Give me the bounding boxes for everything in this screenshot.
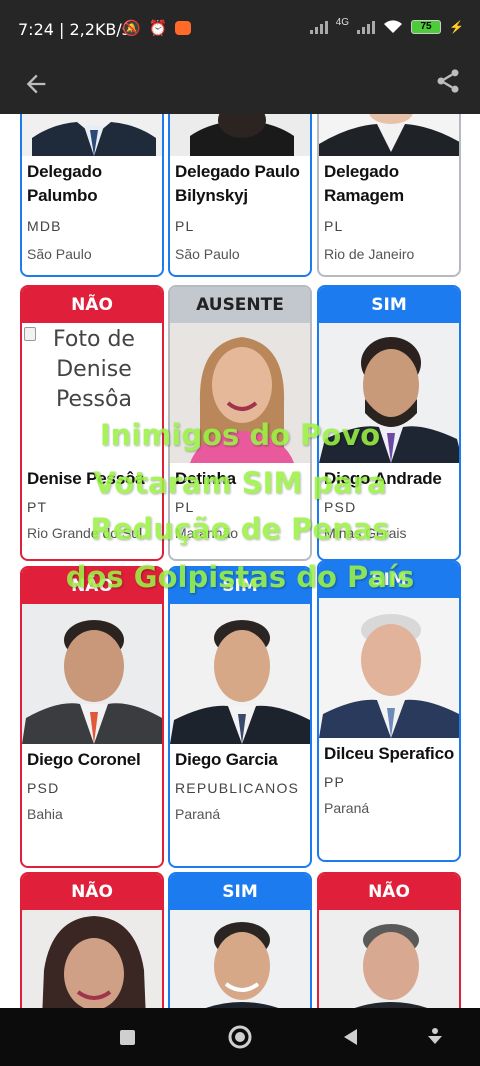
deputy-photo-image — [205, 922, 279, 1008]
vote-badge: NÃO — [319, 874, 459, 910]
status-notification-icons: 🔕 ⏰ — [122, 19, 192, 37]
deputy-card[interactable]: NÃO Diego Coronel PSD Bahia — [20, 566, 164, 868]
share-icon[interactable] — [434, 67, 462, 95]
recents-square-icon[interactable] — [112, 1022, 142, 1052]
deputy-card[interactable]: Delegado Ramagem PL Rio de Janeiro — [317, 114, 461, 277]
deputy-name: Diego Garcia — [175, 750, 278, 769]
deputy-photo — [22, 910, 162, 1008]
deputy-name: Detinha — [175, 469, 236, 488]
deputy-party: MDB — [27, 218, 62, 234]
deputy-state: Bahia — [27, 806, 63, 822]
deputy-card[interactable]: NÃO Foto de Denise Pessôa Denise Pessôa … — [20, 285, 164, 561]
deputy-party: PT — [27, 499, 48, 515]
app-notification-icon — [175, 21, 192, 35]
deputy-photo-image — [190, 114, 294, 156]
vote-badge: SIM — [170, 874, 310, 910]
deputy-photo-image — [190, 337, 294, 463]
deputy-party: REPUBLICANOS — [175, 780, 300, 796]
home-circle-icon[interactable] — [225, 1022, 255, 1052]
deputy-photo-image — [32, 122, 156, 156]
deputy-state: Paraná — [175, 806, 221, 822]
signal-icon — [309, 20, 328, 34]
deputy-photo-image — [319, 337, 459, 463]
deputy-name: Dilceu Sperafico — [324, 744, 455, 763]
deputy-name: Delegado Palumbo — [27, 162, 102, 205]
deputy-photo-image — [42, 916, 146, 1008]
deputy-name: Diego Andrade — [324, 469, 442, 488]
deputy-state: São Paulo — [175, 246, 240, 262]
deputy-card[interactable]: SIM — [168, 872, 312, 1008]
deputy-photo-image — [354, 924, 428, 1008]
deputy-photo — [22, 604, 162, 744]
system-nav-bar — [0, 1008, 480, 1066]
deputy-state: Minas Gerais — [324, 525, 407, 541]
deputy-photo-image — [170, 620, 310, 744]
deputy-photo — [170, 114, 310, 156]
network-type: 4G — [335, 16, 350, 28]
deputy-state: Paraná — [324, 800, 370, 816]
deputy-photo-image — [22, 620, 162, 744]
app-bar — [0, 58, 480, 114]
deputy-party: PL — [175, 499, 195, 515]
deputies-grid[interactable]: Delegado Palumbo MDB São Paulo Delegado … — [0, 114, 480, 1008]
vote-badge: AUSENTE — [170, 287, 310, 323]
deputy-party: PP — [324, 774, 346, 790]
vote-badge: NÃO — [22, 874, 162, 910]
vote-badge: SIM — [319, 562, 459, 598]
deputy-state: Rio Grande do Sul — [27, 525, 143, 541]
deputy-photo — [170, 323, 310, 463]
deputy-name: Denise Pessôa — [27, 469, 145, 488]
deputy-party: PSD — [324, 499, 357, 515]
mute-icon: 🔕 — [122, 20, 141, 37]
deputy-photo-image — [319, 614, 459, 738]
back-arrow-icon[interactable] — [22, 70, 50, 98]
photo-alt-text: Foto de Denise Pessôa — [53, 327, 135, 412]
deputy-photo — [170, 910, 310, 1008]
deputy-party: PSD — [27, 780, 60, 796]
deputy-card[interactable]: NÃO — [20, 872, 164, 1008]
deputy-party: PL — [175, 218, 195, 234]
deputy-photo-image — [319, 114, 459, 156]
wifi-icon — [384, 20, 403, 33]
status-system-icons: 4G 75 ⚡ — [309, 16, 464, 35]
deputy-name: Delegado Paulo Bilynskyj — [175, 162, 300, 205]
signal-icon-2 — [357, 20, 376, 34]
back-triangle-icon[interactable] — [336, 1022, 366, 1052]
deputy-photo — [319, 114, 459, 156]
deputy-name: Diego Coronel — [27, 750, 141, 769]
deputy-photo — [319, 323, 459, 463]
vote-badge: NÃO — [22, 568, 162, 604]
deputy-state: São Paulo — [27, 246, 92, 262]
vote-badge: NÃO — [22, 287, 162, 323]
alarm-icon: ⏰ — [148, 20, 168, 37]
deputy-photo — [319, 910, 459, 1008]
deputy-card[interactable]: AUSENTE Detinha PL Maranhão — [168, 285, 312, 561]
deputy-state: Maranhão — [175, 525, 239, 541]
down-arrow-icon[interactable] — [420, 1022, 450, 1052]
deputy-card[interactable]: Delegado Palumbo MDB São Paulo — [20, 114, 164, 277]
deputy-party: PL — [324, 218, 344, 234]
deputy-state: Rio de Janeiro — [324, 246, 415, 262]
deputy-photo: Foto de Denise Pessôa — [22, 323, 162, 463]
vote-badge: SIM — [319, 287, 459, 323]
battery-icon: 75 — [411, 20, 442, 34]
charging-icon: ⚡ — [449, 20, 464, 34]
deputy-card[interactable]: Delegado Paulo Bilynskyj PL São Paulo — [168, 114, 312, 277]
status-bar: 7:24 | 2,2KB/s 🔕 ⏰ 4G 75 ⚡ — [0, 0, 480, 58]
deputy-card[interactable]: SIM Diego Andrade PSD Minas Gerais — [317, 285, 461, 561]
deputy-card[interactable]: SIM Diego Garcia REPUBLICANOS Paraná — [168, 566, 312, 868]
deputy-photo — [170, 604, 310, 744]
status-time: 7:24 | 2,2KB/s — [18, 20, 131, 39]
deputy-card[interactable]: SIM Dilceu Sperafico PP Paraná — [317, 560, 461, 862]
deputy-photo — [319, 598, 459, 738]
vote-badge: SIM — [170, 568, 310, 604]
deputy-card[interactable]: NÃO — [317, 872, 461, 1008]
deputy-photo — [22, 114, 162, 156]
deputy-name: Delegado Ramagem — [324, 162, 404, 205]
